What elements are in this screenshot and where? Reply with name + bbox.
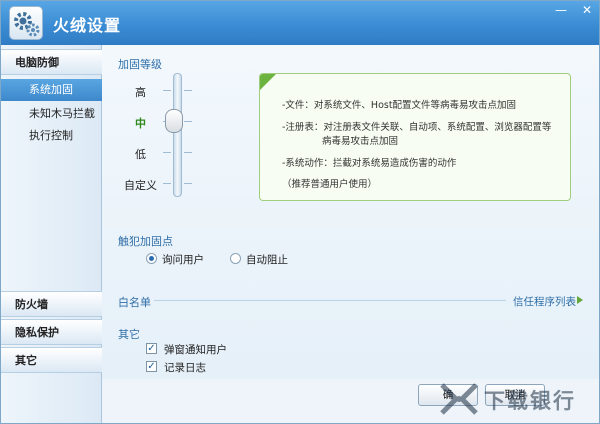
hardening-slider-thumb[interactable] — [165, 109, 183, 133]
sidebar-category-pc-defense[interactable]: 电脑防御 — [1, 49, 102, 75]
sidebar: 电脑防御 系统加固 未知木马拦截 执行控制 防火墙 隐私保护 其它 — [1, 45, 102, 423]
record-log-label[interactable]: 记录日志 — [164, 360, 206, 375]
auto-block-radio[interactable] — [230, 253, 241, 264]
sidebar-item-trojan-blocking[interactable]: 未知木马拦截 — [1, 103, 102, 125]
title-bar: 火绒设置 — ✕ — [1, 1, 599, 45]
other-section-label: 其它 — [118, 328, 140, 341]
sidebar-category-firewall[interactable]: 防火墙 — [1, 291, 102, 317]
description-line: -系统动作：拦截对系统易造成伤害的动作 — [282, 158, 457, 169]
window-title: 火绒设置 — [53, 16, 122, 35]
description-line: -文件：对系统文件、Host配置文件等病毒易攻击点加固 — [282, 100, 517, 111]
sidebar-category-other[interactable]: 其它 — [1, 347, 102, 373]
watermark-text: 下载银行 — [484, 389, 576, 413]
level-low[interactable]: 低 — [135, 146, 146, 162]
ask-user-radio[interactable] — [146, 253, 157, 264]
trusted-programs-link[interactable]: 信任程序列表 — [513, 294, 576, 309]
minimize-button[interactable]: — — [553, 3, 569, 17]
level-custom[interactable]: 自定义 — [124, 177, 157, 193]
download-bank-watermark: 下载银行 — [438, 379, 598, 421]
level-high[interactable]: 高 — [135, 84, 146, 100]
footer-bar: 确 取消 下载银行 — [102, 379, 599, 423]
whitelist-label: 白名单 — [118, 296, 151, 309]
sidebar-item-system-hardening[interactable]: 系统加固 — [1, 79, 102, 101]
level-medium[interactable]: 中 — [135, 115, 146, 131]
level-description-box: -文件：对系统文件、Host配置文件等病毒易攻击点加固 -注册表：对注册表文件关… — [259, 73, 571, 201]
ask-user-label[interactable]: 询问用户 — [162, 252, 204, 267]
sidebar-category-privacy[interactable]: 隐私保护 — [1, 319, 102, 345]
settings-gear-icon — [9, 6, 43, 40]
record-log-checkbox[interactable]: ✓ — [146, 361, 157, 372]
description-recommendation: （推荐普通用户使用） — [282, 179, 378, 190]
popup-notify-checkbox[interactable]: ✓ — [146, 343, 157, 354]
description-line: 病毒易攻击点加固 — [322, 136, 399, 147]
watermark-logo-icon — [440, 383, 478, 415]
close-button[interactable]: ✕ — [579, 3, 595, 17]
sidebar-item-execution-control[interactable]: 执行控制 — [1, 125, 102, 147]
hardening-level-label: 加固等级 — [118, 58, 162, 71]
description-line: -注册表：对注册表文件关联、自动项、系统配置、浏览器配置等 — [282, 122, 552, 133]
settings-window: 火绒设置 — ✕ 电脑防御 系统加固 未知木马拦截 执行控制 防火墙 隐私保护 … — [0, 0, 600, 424]
main-panel: 加固等级 高 中 低 自定义 -文件：对系统文件、Host配置文件等病毒易攻击点… — [102, 45, 599, 379]
corner-flag-icon — [260, 74, 276, 90]
arrow-right-icon[interactable] — [577, 296, 583, 304]
hardening-slider-track[interactable] — [173, 73, 182, 197]
whitelist-divider — [154, 300, 506, 301]
auto-block-label[interactable]: 自动阻止 — [246, 252, 288, 267]
popup-notify-label[interactable]: 弹窗通知用户 — [164, 342, 227, 357]
violation-action-label: 触犯加固点 — [118, 235, 173, 248]
